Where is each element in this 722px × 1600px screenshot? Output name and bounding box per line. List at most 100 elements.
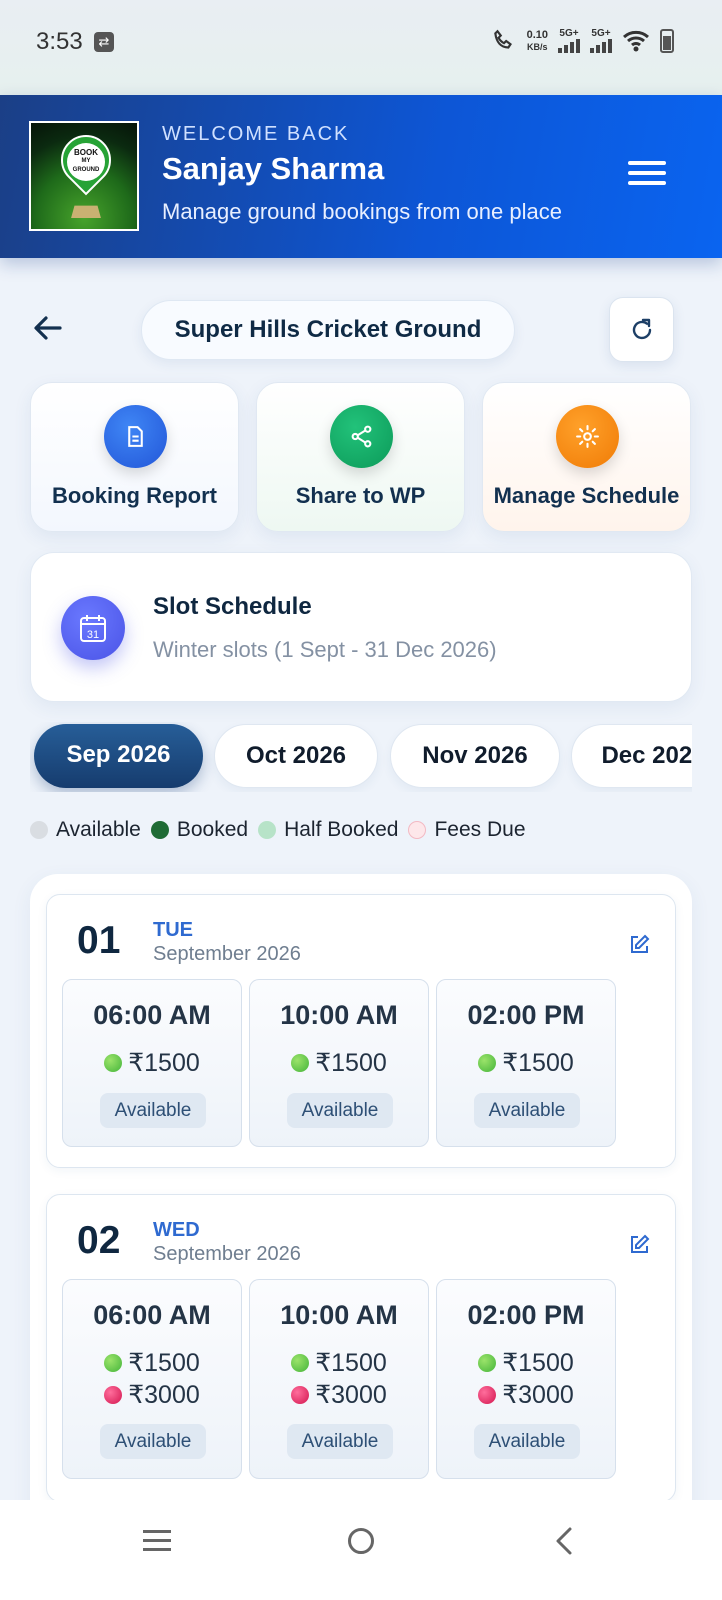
slot-status-badge: Available	[100, 1093, 206, 1128]
edit-icon[interactable]	[627, 1233, 651, 1257]
network-type-1: 5G+	[559, 28, 579, 39]
gear-icon	[556, 405, 619, 468]
slot-time: 06:00 AM	[93, 1000, 211, 1030]
day-card: 01 TUE September 2026 06:00 AM ₹1500 Ava…	[46, 894, 676, 1168]
manage-schedule-card[interactable]: Manage Schedule	[482, 382, 691, 532]
slot-card[interactable]: 10:00 AM ₹1500 ₹3000 Available	[249, 1279, 429, 1479]
hamburger-menu-button[interactable]	[628, 161, 666, 191]
calendar-day: 31	[87, 629, 99, 641]
signal-1: 5G+	[558, 29, 580, 53]
slot-price-alt: ₹3000	[250, 1380, 428, 1410]
app-logo: BOOK MY GROUND	[29, 121, 139, 231]
system-nav-bar	[0, 1500, 722, 1600]
tab-sep-2026[interactable]: Sep 2026	[34, 724, 203, 788]
slot-card[interactable]: 02:00 PM ₹1500 Available	[436, 979, 616, 1147]
day-list: 01 TUE September 2026 06:00 AM ₹1500 Ava…	[30, 874, 692, 1524]
slot-time: 02:00 PM	[467, 1300, 585, 1330]
refresh-button[interactable]	[609, 297, 674, 362]
cricket-ball-icon	[478, 1386, 497, 1404]
slot-price: ₹1500	[63, 1348, 241, 1378]
welcome-label: WELCOME BACK	[162, 123, 350, 145]
slot-status-badge: Available	[100, 1424, 206, 1459]
slot-time: 10:00 AM	[280, 1300, 398, 1330]
recent-apps-icon[interactable]	[143, 1530, 171, 1552]
slot-schedule-card[interactable]: 31 Slot Schedule Winter slots (1 Sept - …	[30, 552, 692, 702]
slot-price-alt: ₹3000	[437, 1380, 615, 1410]
schedule-title: Slot Schedule	[153, 593, 312, 620]
slot-price: ₹1500	[437, 1048, 615, 1078]
status-bar: 3:53 ⇄ 0.10 KB/s 5G+ 5G+	[0, 0, 722, 95]
day-card: 02 WED September 2026 06:00 AM ₹1500 ₹30…	[46, 1194, 676, 1502]
slot-price: ₹1500	[63, 1048, 241, 1078]
day-weekday: TUE	[153, 919, 193, 941]
logo-pitch	[71, 205, 101, 219]
wifi-icon	[623, 30, 649, 52]
speed-unit: KB/s	[527, 42, 548, 52]
status-legend: Available Booked Half Booked Fees Due	[30, 818, 536, 842]
fees-due-dot	[408, 821, 427, 839]
slot-status-badge: Available	[474, 1424, 580, 1459]
network-speed: 0.10 KB/s	[527, 29, 548, 53]
legend-half-booked-label: Half Booked	[284, 818, 399, 841]
signal-2: 5G+	[590, 29, 612, 53]
manage-schedule-label: Manage Schedule	[493, 483, 680, 508]
slot-price: ₹1500	[250, 1048, 428, 1078]
speed-value: 0.10	[526, 29, 548, 41]
status-time: 3:53	[36, 28, 83, 55]
legend-booked-label: Booked	[176, 818, 249, 841]
home-icon[interactable]	[348, 1528, 374, 1554]
user-name: Sanjay Sharma	[162, 151, 385, 186]
slot-status-badge: Available	[287, 1424, 393, 1459]
logo-badge: BOOK MY GROUND	[67, 143, 105, 181]
slot-card[interactable]: 06:00 AM ₹1500 ₹3000 Available	[62, 1279, 242, 1479]
slot-price-alt: ₹3000	[63, 1380, 241, 1410]
cricket-ball-icon	[104, 1386, 123, 1404]
slot-card[interactable]: 02:00 PM ₹1500 ₹3000 Available	[436, 1279, 616, 1479]
slot-time: 06:00 AM	[93, 1300, 211, 1330]
back-arrow-icon[interactable]	[30, 310, 66, 346]
tab-dec-2026[interactable]: Dec 2026	[571, 724, 692, 788]
slot-price-value: ₹1500	[128, 1049, 200, 1077]
ground-selector[interactable]: Super Hills Cricket Ground	[141, 300, 515, 360]
legend-available-label: Available	[56, 818, 141, 841]
share-to-wp-card[interactable]: Share to WP	[256, 382, 465, 532]
battery-icon	[660, 29, 674, 53]
booking-report-card[interactable]: Booking Report	[30, 382, 239, 532]
slot-card[interactable]: 10:00 AM ₹1500 Available	[249, 979, 429, 1147]
usb-icon: ⇄	[94, 32, 114, 52]
legend-booked: Booked	[150, 818, 249, 842]
network-type-2: 5G+	[591, 28, 611, 39]
slot-card[interactable]: 06:00 AM ₹1500 Available	[62, 979, 242, 1147]
refresh-icon	[632, 318, 652, 340]
tennis-ball-icon	[478, 1354, 497, 1372]
slot-time: 10:00 AM	[280, 1000, 398, 1030]
nav-back-icon[interactable]	[553, 1526, 575, 1556]
slot-price-value: ₹1500	[128, 1349, 200, 1377]
logo-text-1: BOOK	[74, 148, 98, 157]
tab-oct-2026[interactable]: Oct 2026	[214, 724, 378, 788]
day-month: September 2026	[153, 1243, 301, 1265]
legend-half-booked: Half Booked	[258, 818, 398, 842]
slot-price-value: ₹3000	[315, 1381, 387, 1409]
day-number: 02	[77, 1219, 121, 1262]
slot-price-value: ₹1500	[315, 1049, 387, 1077]
day-number: 01	[77, 919, 121, 962]
slot-price-value: ₹1500	[315, 1349, 387, 1377]
available-dot	[30, 821, 48, 839]
booked-dot	[150, 821, 169, 839]
logo-text-2: MY	[81, 158, 91, 164]
cricket-ball-icon	[291, 1386, 310, 1404]
share-to-wp-label: Share to WP	[295, 483, 426, 508]
day-weekday: WED	[153, 1219, 200, 1241]
header-tagline: Manage ground bookings from one place	[162, 199, 562, 224]
schedule-subtitle: Winter slots (1 Sept - 31 Dec 2026)	[153, 637, 497, 662]
slot-price: ₹1500	[250, 1348, 428, 1378]
slot-price-value: ₹3000	[502, 1381, 574, 1409]
app-header: BOOK MY GROUND WELCOME BACK Sanjay Sharm…	[0, 95, 722, 258]
slot-status-badge: Available	[474, 1093, 580, 1128]
edit-icon[interactable]	[627, 933, 651, 957]
legend-fees-due: Fees Due	[408, 818, 526, 842]
tennis-ball-icon	[291, 1354, 310, 1372]
tab-nov-2026[interactable]: Nov 2026	[390, 724, 560, 788]
calendar-icon: 31	[61, 596, 125, 660]
